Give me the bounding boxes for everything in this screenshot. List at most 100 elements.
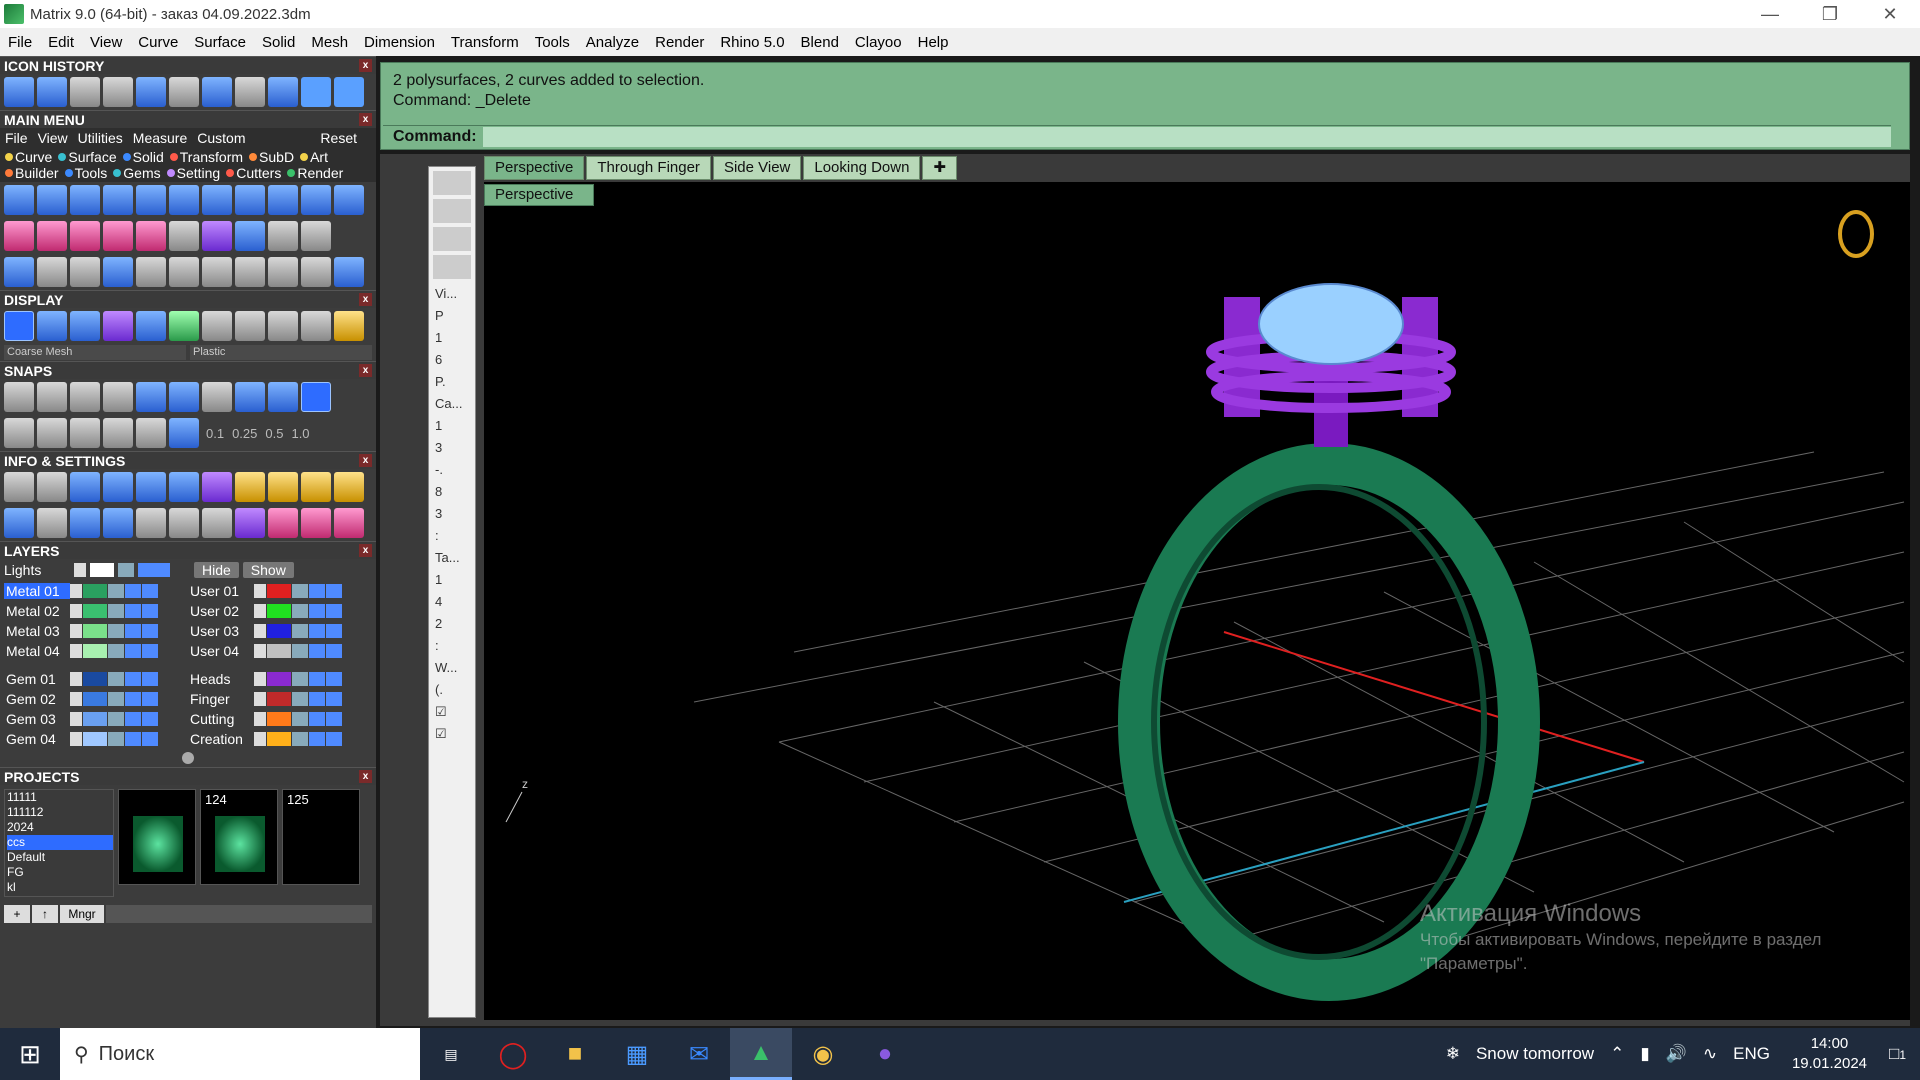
flow-icon[interactable] [235, 257, 265, 287]
tab-through-finger[interactable]: Through Finger [586, 156, 711, 180]
main-menu-tab[interactable]: Art [297, 149, 331, 165]
layer-color-swatch[interactable] [267, 584, 291, 598]
layer-color-swatch[interactable] [83, 624, 107, 638]
battery-icon[interactable]: ▮ [1640, 1044, 1649, 1064]
side-panel-item[interactable]: Ta... [429, 547, 475, 569]
layer-expand-arrow[interactable] [254, 692, 266, 706]
add-tab-button[interactable]: ✚ [922, 156, 958, 180]
snapshot-icon[interactable] [169, 77, 199, 107]
layer-name[interactable]: Metal 04 [4, 643, 70, 659]
side-tool-icon[interactable] [433, 171, 471, 195]
close-icon[interactable]: x [359, 454, 372, 467]
layer-color-swatch[interactable] [267, 644, 291, 658]
menu-rhino5[interactable]: Rhino 5.0 [712, 34, 792, 51]
menu-blend[interactable]: Blend [793, 34, 847, 51]
center-icon[interactable] [268, 77, 298, 107]
taskbar-search[interactable]: ⚲ Поиск [60, 1028, 420, 1080]
mesh-quality-select[interactable]: Coarse Mesh [4, 345, 186, 360]
text-icon[interactable] [169, 221, 199, 251]
lock-icon[interactable] [108, 672, 124, 686]
menu-view[interactable]: View [82, 34, 130, 51]
file-explorer-icon[interactable]: ■ [544, 1028, 606, 1080]
close-button[interactable]: ✕ [1860, 0, 1920, 28]
check-icon[interactable] [235, 221, 265, 251]
layer-row[interactable]: User 01 [188, 581, 372, 601]
layer-select-toggle[interactable] [326, 712, 342, 726]
snap-tan-icon[interactable] [268, 382, 298, 412]
material-gold-icon[interactable] [334, 311, 364, 341]
snap-circle-icon[interactable] [202, 382, 232, 412]
layer-visibility-toggle[interactable] [309, 732, 325, 746]
head-icon[interactable] [301, 185, 331, 215]
edit-icon[interactable] [169, 472, 199, 502]
layer-name[interactable]: Metal 02 [4, 603, 70, 619]
planar-icon[interactable] [70, 418, 100, 448]
layer-expand-arrow[interactable] [254, 604, 266, 618]
layer-name[interactable]: User 02 [188, 603, 254, 619]
side-panel-item[interactable]: 6 [429, 349, 475, 371]
lock-icon[interactable] [292, 732, 308, 746]
matrix-taskbar-icon[interactable]: ▲ [730, 1028, 792, 1080]
layer-row[interactable]: Heads [188, 669, 372, 689]
mail-icon[interactable]: ✉ [668, 1028, 730, 1080]
measure-icon[interactable] [235, 77, 265, 107]
menu-tools[interactable]: Tools [527, 34, 578, 51]
bail-icon[interactable] [268, 185, 298, 215]
layer-row[interactable]: Finger [188, 689, 372, 709]
side-panel-item[interactable]: : [429, 525, 475, 547]
menu-curve[interactable]: Curve [130, 34, 186, 51]
layer-select-toggle[interactable] [142, 712, 158, 726]
main-menu-tab[interactable]: Curve [2, 149, 55, 165]
layer-color-swatch[interactable] [267, 732, 291, 746]
side-panel-item[interactable]: (. [429, 679, 475, 701]
rendered-icon[interactable] [37, 311, 67, 341]
main-menu-tab[interactable]: Solid [120, 149, 167, 165]
wireframe-icon[interactable] [4, 311, 34, 341]
layer-select-toggle[interactable] [326, 644, 342, 658]
layer-name[interactable]: Gem 02 [4, 691, 70, 707]
layer-select-toggle[interactable] [142, 644, 158, 658]
upload-project-button[interactable]: ↑ [32, 905, 58, 923]
cylinder-icon[interactable] [103, 508, 133, 538]
volume-icon[interactable]: 🔊 [1666, 1044, 1687, 1064]
side-panel-item[interactable]: ☑ [429, 701, 475, 723]
snap-mid-icon[interactable] [136, 382, 166, 412]
cube-stack-icon[interactable] [103, 472, 133, 502]
task-view-icon[interactable]: ▤ [420, 1028, 482, 1080]
notifications-icon[interactable]: □1 [1889, 1044, 1906, 1064]
add-multi-icon[interactable] [37, 221, 67, 251]
gem-tree-3-icon[interactable] [334, 508, 364, 538]
layer-row[interactable]: Metal 01 [4, 581, 188, 601]
layer-color-swatch[interactable] [83, 644, 107, 658]
layer-name[interactable]: Cutting [188, 711, 254, 727]
layer-color-swatch[interactable] [83, 584, 107, 598]
light-icon[interactable] [235, 472, 265, 502]
menu-help[interactable]: Help [910, 34, 957, 51]
menu-clayoo[interactable]: Clayoo [847, 34, 910, 51]
shaded-icon[interactable] [70, 311, 100, 341]
close-icon[interactable]: x [359, 770, 372, 783]
layer-expand-arrow[interactable] [254, 712, 266, 726]
layer-color-swatch[interactable] [267, 692, 291, 706]
layer-expand-arrow[interactable] [254, 624, 266, 638]
lock-icon[interactable] [108, 712, 124, 726]
band-icon[interactable] [103, 185, 133, 215]
lock-icon[interactable] [292, 624, 308, 638]
menu-edit[interactable]: Edit [40, 34, 82, 51]
viewport-3d[interactable]: z [484, 182, 1910, 1020]
side-panel-item[interactable]: 1 [429, 415, 475, 437]
layer-color-swatch[interactable] [267, 712, 291, 726]
viber-icon[interactable]: ● [854, 1028, 916, 1080]
layer-color-swatch[interactable] [83, 672, 107, 686]
layer-name[interactable]: User 01 [188, 583, 254, 599]
layer-select-toggle[interactable] [142, 624, 158, 638]
box-1-icon[interactable] [268, 472, 298, 502]
project-list-item[interactable]: Default [7, 850, 113, 865]
layer-select-toggle[interactable] [326, 624, 342, 638]
printer-icon[interactable] [70, 472, 100, 502]
lock-icon[interactable] [118, 563, 134, 577]
side-panel-item[interactable]: : [429, 635, 475, 657]
side-tool-icon[interactable] [433, 255, 471, 279]
mm-file[interactable]: File [0, 130, 33, 146]
snap-point-icon[interactable] [103, 382, 133, 412]
